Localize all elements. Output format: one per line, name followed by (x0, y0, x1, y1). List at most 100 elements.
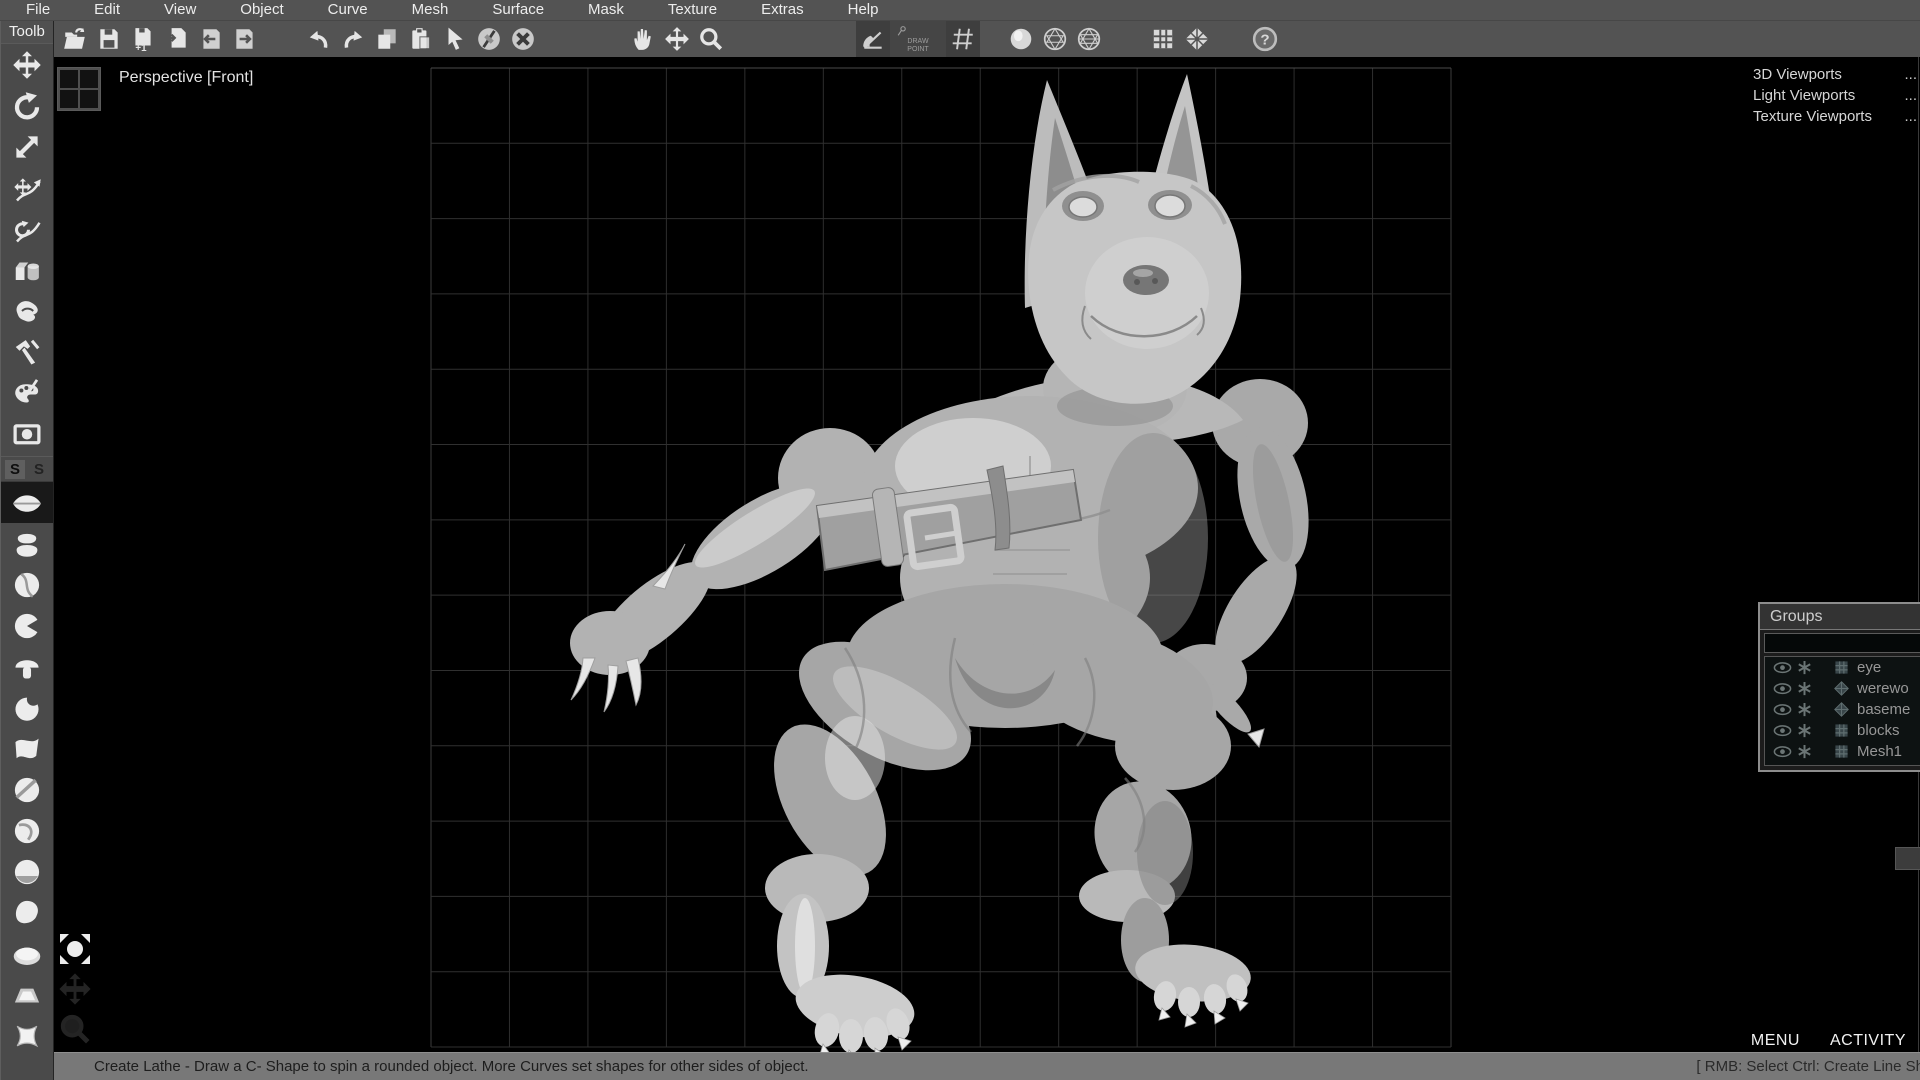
tool-paint[interactable] (1, 372, 53, 413)
brush-blob[interactable] (1, 892, 53, 933)
menu-button[interactable]: MENU (1751, 1032, 1800, 1050)
zoom-button[interactable] (694, 23, 728, 55)
brush-ribbon[interactable] (1, 728, 53, 769)
open-button[interactable] (58, 23, 92, 55)
tool-build-tools[interactable] (1, 331, 53, 372)
shaded-sphere-button[interactable] (1004, 23, 1038, 55)
angle-protractor-button[interactable] (856, 21, 890, 57)
menu-item-edit[interactable]: Edit (72, 0, 142, 20)
brush-stripe-sphere[interactable] (1, 769, 53, 810)
tool-smudge[interactable] (1, 290, 53, 331)
group-row-werewo[interactable]: werewo (1765, 678, 1920, 699)
file-back-button[interactable] (194, 23, 228, 55)
pan-hand-button[interactable] (626, 23, 660, 55)
brush-double-disc[interactable] (1, 523, 53, 564)
brush-plunger[interactable] (1, 646, 53, 687)
symmetry-toggle-right[interactable]: S (29, 460, 49, 479)
paste-button[interactable] (404, 23, 438, 55)
brush-pillow[interactable] (1, 1015, 53, 1056)
tool-move[interactable] (1, 44, 53, 85)
grid-view-button[interactable] (1146, 23, 1180, 55)
delete-button[interactable] (506, 23, 540, 55)
tool-soft-rotate[interactable] (1, 208, 53, 249)
brush-trapezoid[interactable] (1, 974, 53, 1015)
undo-button[interactable] (302, 23, 336, 55)
group-row-Mesh1[interactable]: Mesh1 (1765, 741, 1920, 762)
brush-swirl-sphere[interactable] (1, 810, 53, 851)
menu-item-surface[interactable]: Surface (470, 0, 566, 20)
wire-sphere-button[interactable] (1038, 23, 1072, 55)
pan-view-button[interactable] (57, 971, 93, 1007)
ellipsis[interactable]: ... (1904, 64, 1917, 85)
tool-soft-move[interactable] (1, 167, 53, 208)
menu-item-help[interactable]: Help (826, 0, 901, 20)
file-forward-button[interactable] (228, 23, 262, 55)
group-row-baseme[interactable]: baseme (1765, 699, 1920, 720)
model-werewolf[interactable] (525, 58, 1315, 1053)
save-button[interactable] (92, 23, 126, 55)
grid-snap-button[interactable] (946, 21, 980, 57)
visibility-eye-icon[interactable] (1773, 724, 1792, 737)
visibility-eye-icon[interactable] (1773, 682, 1792, 695)
menu-item-texture[interactable]: Texture (646, 0, 739, 20)
groups-panel-title[interactable]: Groups (1760, 604, 1920, 630)
redo-button[interactable] (336, 23, 370, 55)
viewport-3d[interactable]: Perspective [Front] 3D Viewports ... Lig… (52, 57, 1920, 1053)
brush-bite-sphere[interactable] (1, 687, 53, 728)
menu-item-extras[interactable]: Extras (739, 0, 826, 20)
wire-sphere-low-button[interactable] (1072, 23, 1106, 55)
brush-lathe[interactable] (1, 482, 53, 523)
menu-item-file[interactable]: File (0, 0, 72, 20)
zoom-view-button[interactable] (57, 1011, 93, 1047)
select-cursor-button[interactable] (438, 23, 472, 55)
tool-rotate[interactable] (1, 85, 53, 126)
diamond-wire-button[interactable] (1180, 23, 1214, 55)
visibility-eye-icon[interactable] (1773, 745, 1792, 758)
import-button[interactable] (160, 23, 194, 55)
draw-point-button[interactable]: DRAW POINT (890, 21, 946, 57)
menu-item-mesh[interactable]: Mesh (390, 0, 471, 20)
brush-half-shaded-sphere[interactable] (1, 851, 53, 892)
freeze-icon[interactable] (1797, 744, 1812, 759)
menu-item-view[interactable]: View (142, 0, 218, 20)
help-button[interactable]: ? (1248, 23, 1282, 55)
menu-item-mask[interactable]: Mask (566, 0, 646, 20)
brush-groove-sphere[interactable] (1, 564, 53, 605)
activity-button[interactable]: ACTIVITY (1830, 1032, 1906, 1050)
save-plus-button[interactable]: +1 (126, 23, 160, 55)
ellipsis[interactable]: ... (1904, 85, 1917, 106)
quad-view-icon[interactable] (57, 67, 101, 111)
sidebar-header[interactable]: Toolb (1, 21, 53, 44)
tool-scale[interactable] (1, 126, 53, 167)
group-row-eye[interactable]: eye (1765, 657, 1920, 678)
viewport-menu-light[interactable]: Light Viewports ... (1753, 85, 1917, 106)
ellipsis[interactable]: ... (1904, 106, 1917, 127)
freeze-icon[interactable] (1797, 660, 1812, 675)
toolbar-group-7: ? (1248, 21, 1282, 57)
move-view-button[interactable] (660, 23, 694, 55)
visibility-eye-icon[interactable] (1773, 661, 1792, 674)
draw-point-label: DRAW POINT (898, 38, 938, 54)
restrict-button[interactable] (472, 23, 506, 55)
redo-icon (340, 26, 366, 52)
menu-item-object[interactable]: Object (218, 0, 305, 20)
copy-button[interactable] (370, 23, 404, 55)
focus-view-button[interactable] (57, 931, 93, 967)
tool-render[interactable] (1, 413, 53, 454)
group-row-blocks[interactable]: blocks (1765, 720, 1920, 741)
freeze-icon[interactable] (1797, 702, 1812, 717)
menu-item-curve[interactable]: Curve (306, 0, 390, 20)
groups-filter-input[interactable] (1764, 633, 1920, 653)
freeze-icon[interactable] (1797, 681, 1812, 696)
diamond-mesh-icon (1834, 681, 1849, 696)
visibility-eye-icon[interactable] (1773, 703, 1792, 716)
symmetry-toggle-left[interactable]: S (5, 460, 25, 479)
freeze-icon[interactable] (1797, 723, 1812, 738)
group-name: werewo (1857, 680, 1909, 697)
brush-dome[interactable] (1, 933, 53, 974)
panel-handle[interactable] (1895, 847, 1920, 870)
viewport-menu-3d[interactable]: 3D Viewports ... (1753, 64, 1917, 85)
tool-primitives[interactable] (1, 249, 53, 290)
brush-notch-sphere[interactable] (1, 605, 53, 646)
viewport-menu-texture[interactable]: Texture Viewports ... (1753, 106, 1917, 127)
